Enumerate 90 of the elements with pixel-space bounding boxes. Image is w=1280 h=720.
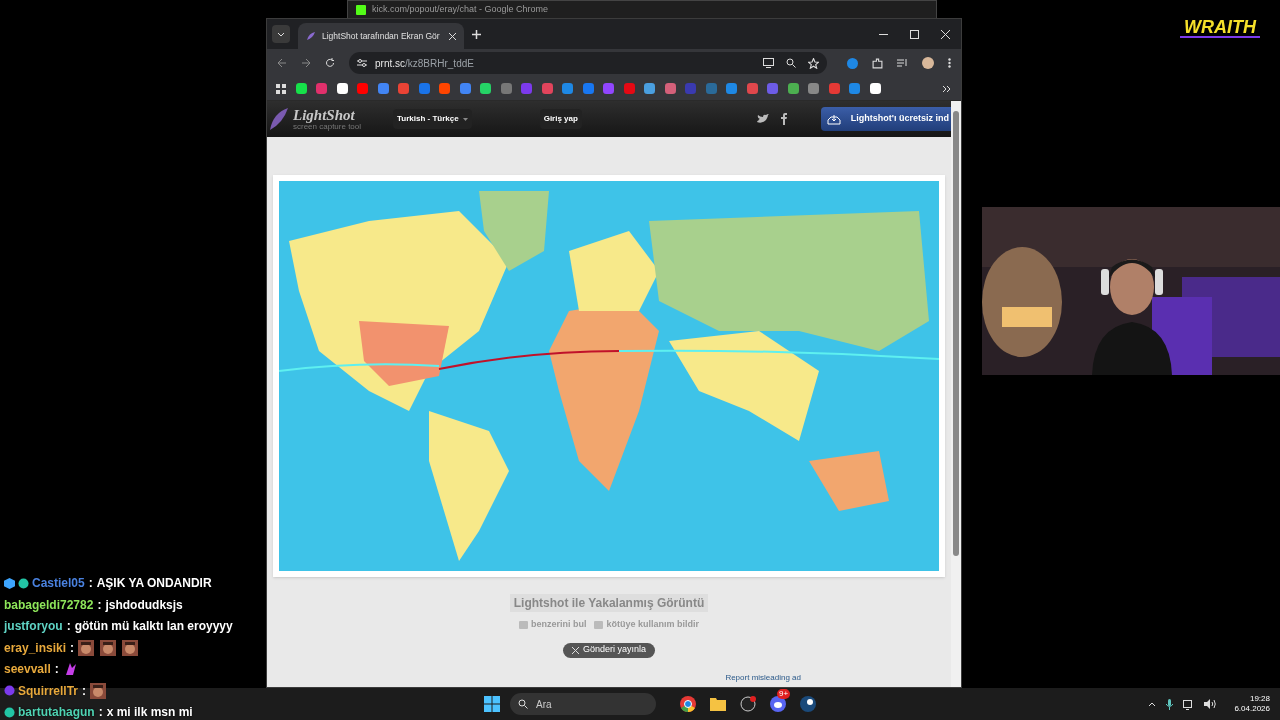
windows-start-icon[interactable] [484, 696, 500, 712]
tab-title: LightShot tarafından Ekran Gör [322, 29, 440, 43]
more-bookmarks-icon[interactable] [942, 84, 952, 93]
chat-separator: : [54, 661, 59, 678]
search-placeholder: Ara [536, 697, 552, 712]
chat-message: AŞIK YA ONDANDIR [96, 575, 212, 592]
chat-username[interactable]: bartutahagun [18, 703, 95, 720]
maximize-icon[interactable] [910, 29, 919, 39]
zoom-icon[interactable] [786, 58, 796, 68]
back-icon[interactable] [277, 58, 287, 68]
browser-tab[interactable]: LightShot tarafından Ekran Gör [298, 23, 464, 49]
puzzle-icon[interactable] [872, 57, 883, 69]
chat-separator: : [66, 618, 71, 635]
image-caption: Lightshot ile Yakalanmış Görüntü [509, 594, 709, 612]
facebook-icon[interactable] [780, 113, 787, 125]
twitter-icon[interactable] [756, 114, 769, 124]
speaker-icon[interactable] [1204, 699, 1217, 709]
close-icon[interactable] [941, 29, 950, 39]
search-icon [518, 699, 528, 709]
star-icon[interactable] [808, 57, 819, 69]
taskbar-search-field[interactable]: Ara [510, 693, 656, 715]
emote-icon [90, 682, 107, 699]
window-title: kick.com/popout/eray/chat - Google Chrome [372, 2, 549, 16]
camera-icon [518, 620, 528, 629]
feather-icon [306, 31, 316, 41]
address-bar[interactable]: prnt.sc/kz8BRHr_tddE [349, 52, 827, 74]
steam-icon[interactable] [800, 696, 816, 712]
site-settings-icon[interactable] [357, 58, 367, 68]
feather-icon [269, 107, 289, 131]
apps-grid-icon[interactable] [276, 83, 286, 94]
menu-icon[interactable] [948, 58, 951, 68]
new-tab-icon[interactable] [472, 29, 481, 39]
emote-icon [100, 639, 117, 656]
install-icon[interactable] [763, 58, 774, 68]
bookmark-icon[interactable] [869, 83, 881, 94]
chrome-icon[interactable] [680, 696, 696, 712]
site-logo[interactable]: LightShot [293, 107, 362, 123]
bookmark-icon[interactable] [336, 83, 348, 94]
x-logo-icon [571, 646, 579, 654]
chat-username[interactable]: SquirrellTr [18, 681, 79, 700]
login-button[interactable]: Giriş yap [539, 109, 582, 129]
network-icon[interactable] [1183, 698, 1195, 710]
cloud-download-icon [826, 113, 841, 125]
report-link[interactable]: Report misleading ad [725, 671, 801, 684]
chat-message: x mi ilk msn mi [106, 704, 193, 720]
url-text: prnt.sc/kz8BRHr_tddE [375, 56, 474, 71]
clipboard-icon [594, 620, 604, 629]
scrollbar[interactable] [951, 101, 961, 687]
close-icon[interactable] [449, 32, 456, 40]
language-dropdown[interactable]: Turkish - Türkçe [393, 109, 472, 129]
emote-icon [122, 639, 139, 656]
emote-icon [78, 639, 95, 656]
chat-separator: : [98, 704, 103, 720]
cube-icon [4, 577, 15, 589]
discord-icon[interactable] [770, 696, 786, 712]
chat-username[interactable]: seevvall [4, 660, 51, 678]
clock-date: 6.04.2026 [1234, 704, 1270, 714]
logo-tagline: screen capture tool [293, 122, 362, 131]
chat-separator: : [70, 639, 75, 657]
chat-username[interactable]: Castiel05 [32, 574, 85, 592]
chat-username[interactable]: eray_insiki [4, 638, 67, 657]
folder-icon[interactable] [710, 697, 726, 711]
grape-icon [4, 685, 15, 696]
chevron-down-icon [277, 31, 285, 37]
gem-icon [18, 577, 29, 589]
chat-separator: : [88, 575, 93, 592]
chat-username[interactable]: babageldi72782 [4, 595, 94, 614]
forward-icon[interactable] [301, 58, 311, 68]
microphone-icon[interactable] [1166, 698, 1174, 710]
chat-username[interactable]: justforyou [4, 617, 63, 635]
profile-avatar[interactable] [922, 57, 934, 69]
overlay-logo: WRAITH [1180, 18, 1260, 38]
kick-icon [356, 4, 366, 15]
reload-icon[interactable] [325, 58, 335, 68]
clock-time: 19:28 [1249, 694, 1270, 704]
chat-separator: : [97, 596, 102, 614]
gem-icon [4, 706, 15, 718]
extension-icon[interactable] [847, 57, 858, 69]
obs-icon[interactable] [740, 696, 756, 712]
chevron-up-icon[interactable] [1148, 701, 1157, 707]
chat-message: jshdodudksjs [105, 596, 183, 614]
bookmark-icon[interactable] [295, 83, 307, 94]
notification-badge: 9+ [777, 689, 791, 699]
share-button[interactable]: Gönderi yayınla [562, 642, 655, 658]
media-icon[interactable] [897, 58, 908, 68]
chat-message: götün mü kalktı lan eroyyyy [74, 618, 233, 635]
bookmark-icon[interactable] [480, 83, 491, 94]
download-button[interactable]: Lightshot'ı ücretsiz ind [820, 107, 951, 131]
caret-icon [462, 117, 468, 121]
chat-separator: : [82, 682, 87, 700]
